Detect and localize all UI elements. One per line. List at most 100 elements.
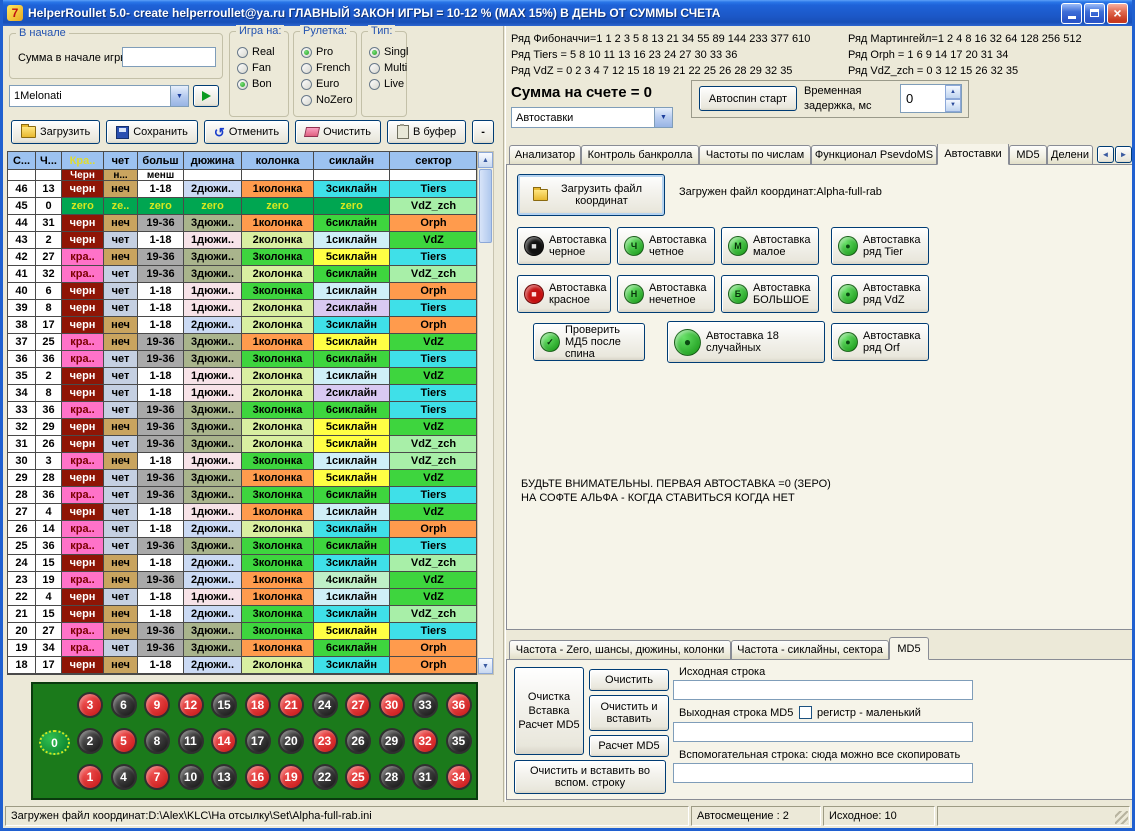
table-row[interactable]: 1934кра..чет19-363дюжи..1колонка6сиклайн… bbox=[8, 640, 476, 657]
roulette-number-25[interactable]: 25 bbox=[345, 764, 371, 790]
roulette-number-24[interactable]: 24 bbox=[312, 692, 338, 718]
roulette-number-22[interactable]: 22 bbox=[312, 764, 338, 790]
roulette-number-35[interactable]: 35 bbox=[446, 728, 472, 754]
bet-vdz-button[interactable]: ●Автоставка ряд VdZ bbox=[831, 275, 929, 313]
load-coordinates-button[interactable]: Загрузить файл координат bbox=[517, 174, 665, 216]
table-row[interactable]: 3636кра..чет19-363дюжи..3колонка6сиклайн… bbox=[8, 351, 476, 368]
radio-bon[interactable]: Bon bbox=[237, 76, 286, 92]
table-row[interactable]: 2536кра..чет19-363дюжи..3колонка6сиклайн… bbox=[8, 538, 476, 555]
roulette-number-21[interactable]: 21 bbox=[278, 692, 304, 718]
toolbar-buffer-button[interactable]: В буфер bbox=[387, 120, 466, 144]
roulette-number-6[interactable]: 6 bbox=[111, 692, 137, 718]
toolbar-save-button[interactable]: Сохранить bbox=[106, 120, 198, 144]
preset-combo-dropdown-button[interactable]: ▼ bbox=[170, 86, 188, 106]
spinner-up-button[interactable]: ▲ bbox=[945, 85, 961, 99]
md5-helper-input[interactable] bbox=[673, 763, 973, 783]
radio-french[interactable]: French bbox=[301, 60, 354, 76]
roulette-number-17[interactable]: 17 bbox=[245, 728, 271, 754]
bet-red-button[interactable]: ■Автоставка красное bbox=[517, 275, 611, 313]
scrollbar-thumb[interactable] bbox=[479, 169, 492, 243]
roulette-number-7[interactable]: 7 bbox=[144, 764, 170, 790]
radio-euro[interactable]: Euro bbox=[301, 76, 354, 92]
radio-singl[interactable]: Singl bbox=[369, 44, 404, 60]
main-tab-1[interactable]: Контроль банкролла bbox=[581, 145, 699, 165]
register-checkbox[interactable] bbox=[799, 706, 812, 719]
bottom-tab-1[interactable]: Частота - сиклайны, сектора bbox=[731, 640, 889, 660]
roulette-number-29[interactable]: 29 bbox=[379, 728, 405, 754]
roulette-number-19[interactable]: 19 bbox=[278, 764, 304, 790]
table-scrollbar[interactable]: ▲ ▼ bbox=[477, 151, 494, 675]
table-row[interactable]: 2319кра..неч19-362дюжи..1колонка4сиклайн… bbox=[8, 572, 476, 589]
roulette-number-28[interactable]: 28 bbox=[379, 764, 405, 790]
roulette-number-33[interactable]: 33 bbox=[412, 692, 438, 718]
roulette-number-15[interactable]: 15 bbox=[211, 692, 237, 718]
scrollbar-up-button[interactable]: ▲ bbox=[478, 152, 493, 168]
roulette-number-13[interactable]: 13 bbox=[211, 764, 237, 790]
table-row[interactable]: 3229черннеч19-363дюжи..2колонка5сиклайнV… bbox=[8, 419, 476, 436]
roulette-number-2[interactable]: 2 bbox=[77, 728, 103, 754]
autobet-combo-dropdown-button[interactable]: ▼ bbox=[654, 108, 672, 127]
radio-multi[interactable]: Multi bbox=[369, 60, 404, 76]
radio-pro[interactable]: Pro bbox=[301, 44, 354, 60]
md5-clear-paste-button[interactable]: Очистить и вставить bbox=[589, 695, 669, 731]
md5-multi-button[interactable]: Очистка Вставка Расчет MD5 bbox=[514, 667, 584, 755]
roulette-number-32[interactable]: 32 bbox=[412, 728, 438, 754]
tab-scroll-left-button[interactable]: ◄ bbox=[1097, 146, 1114, 163]
close-button[interactable]: × bbox=[1107, 3, 1128, 24]
scrollbar-track[interactable] bbox=[478, 244, 493, 658]
roulette-number-5[interactable]: 5 bbox=[111, 728, 137, 754]
play-button[interactable] bbox=[193, 85, 219, 107]
table-row[interactable]: 303кра..неч1-181дюжи..3колонка1сиклайнVd… bbox=[8, 453, 476, 470]
radio-real[interactable]: Real bbox=[237, 44, 286, 60]
table-row[interactable]: 3817черннеч1-182дюжи..2колонка3сиклайнOr… bbox=[8, 317, 476, 334]
table-row[interactable]: 406чернчет1-181дюжи..3колонка1сиклайнOrp… bbox=[8, 283, 476, 300]
md5-source-input[interactable] bbox=[673, 680, 973, 700]
radio-live[interactable]: Live bbox=[369, 76, 404, 92]
roulette-number-36[interactable]: 36 bbox=[446, 692, 472, 718]
bet-black-button[interactable]: ■Автоставка черное bbox=[517, 227, 611, 265]
preset-combo[interactable]: 1Melonati ▼ bbox=[9, 85, 189, 107]
autobet-combo[interactable]: Автоставки ▼ bbox=[511, 107, 673, 128]
table-row[interactable]: 4132кра..чет19-363дюжи..2колонка6сиклайн… bbox=[8, 266, 476, 283]
roulette-number-27[interactable]: 27 bbox=[345, 692, 371, 718]
table-row[interactable]: 4227кра..неч19-363дюжи..3колонка5сиклайн… bbox=[8, 249, 476, 266]
table-row[interactable]: 3725кра..неч19-363дюжи..1колонка5сиклайн… bbox=[8, 334, 476, 351]
table-row[interactable]: 2928чернчет19-363дюжи..1колонка5сиклайнV… bbox=[8, 470, 476, 487]
roulette-number-9[interactable]: 9 bbox=[144, 692, 170, 718]
main-tab-2[interactable]: Частоты по числам bbox=[699, 145, 811, 165]
autospin-start-button[interactable]: Автоспин старт bbox=[699, 86, 797, 111]
bet-small-button[interactable]: МАвтоставка малое bbox=[721, 227, 819, 265]
table-row[interactable]: 224чернчет1-181дюжи..1колонка1сиклайнVdZ bbox=[8, 589, 476, 606]
bet-even-button[interactable]: ЧАвтоставка четное bbox=[617, 227, 715, 265]
roulette-number-30[interactable]: 30 bbox=[379, 692, 405, 718]
table-row[interactable]: 398чернчет1-181дюжи..2колонка2сиклайнTie… bbox=[8, 300, 476, 317]
start-sum-input[interactable] bbox=[122, 47, 216, 67]
roulette-number-4[interactable]: 4 bbox=[111, 764, 137, 790]
roulette-number-14[interactable]: 14 bbox=[211, 728, 237, 754]
table-row[interactable]: 450zeroze..zerozerozerozeroVdZ_zch bbox=[8, 198, 476, 215]
md5-output-input[interactable] bbox=[673, 722, 973, 742]
main-tab-6[interactable]: Делени bbox=[1047, 145, 1093, 165]
bet-tier-button[interactable]: ●Автоставка ряд Tier bbox=[831, 227, 929, 265]
bottom-tab-0[interactable]: Частота - Zero, шансы, дюжины, колонки bbox=[509, 640, 731, 660]
roulette-number-16[interactable]: 16 bbox=[245, 764, 271, 790]
table-row[interactable]: 2415черннеч1-182дюжи..3колонка3сиклайнVd… bbox=[8, 555, 476, 572]
table-row[interactable]: 3126чернчет19-363дюжи..2колонка5сиклайнV… bbox=[8, 436, 476, 453]
bet-random18-button[interactable]: ●Автоставка 18 случайных bbox=[667, 321, 825, 363]
main-tab-0[interactable]: Анализатор bbox=[509, 145, 581, 165]
roulette-number-20[interactable]: 20 bbox=[278, 728, 304, 754]
roulette-number-18[interactable]: 18 bbox=[245, 692, 271, 718]
roulette-number-0[interactable]: 0 bbox=[39, 730, 70, 755]
resize-grip[interactable] bbox=[1115, 811, 1128, 824]
table-row[interactable]: 4431черннеч19-363дюжи..1колонка6сиклайнO… bbox=[8, 215, 476, 232]
main-tab-4[interactable]: Автоставки bbox=[937, 144, 1009, 165]
radio-nozero[interactable]: NoZero bbox=[301, 92, 354, 108]
roulette-number-34[interactable]: 34 bbox=[446, 764, 472, 790]
roulette-number-10[interactable]: 10 bbox=[178, 764, 204, 790]
scrollbar-down-button[interactable]: ▼ bbox=[478, 658, 493, 674]
table-row[interactable]: 3336кра..чет19-363дюжи..3колонка6сиклайн… bbox=[8, 402, 476, 419]
minimize-button[interactable] bbox=[1061, 3, 1082, 24]
toolbar-collapse-button[interactable]: - bbox=[472, 120, 494, 144]
maximize-button[interactable] bbox=[1084, 3, 1105, 24]
spinner-down-button[interactable]: ▼ bbox=[945, 99, 961, 113]
